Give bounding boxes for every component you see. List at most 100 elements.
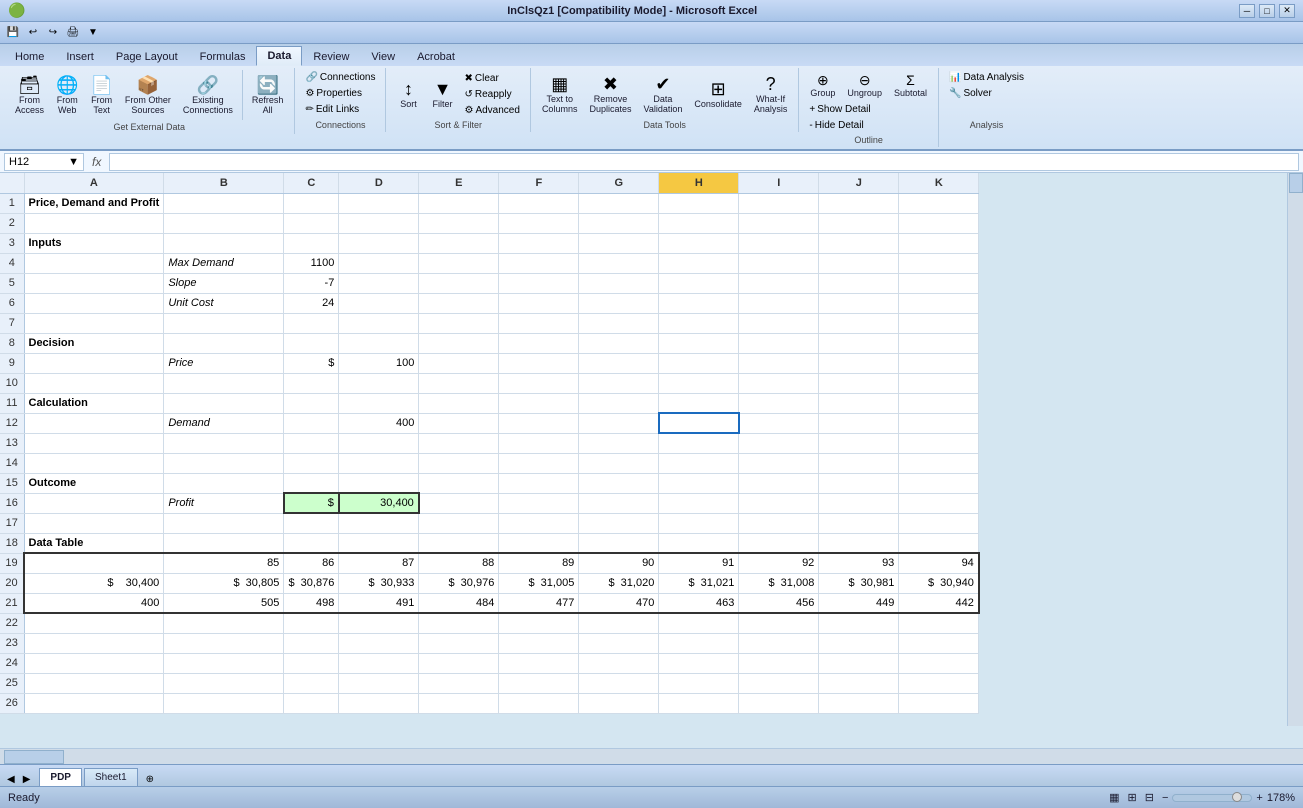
cell-J24[interactable] bbox=[819, 653, 899, 673]
cell-H13[interactable] bbox=[659, 433, 739, 453]
cell-B8[interactable] bbox=[164, 333, 284, 353]
formula-input[interactable] bbox=[109, 153, 1299, 171]
cell-G15[interactable] bbox=[579, 473, 659, 493]
cell-A22[interactable] bbox=[24, 613, 164, 633]
cell-E23[interactable] bbox=[419, 633, 499, 653]
cell-I26[interactable] bbox=[739, 693, 819, 713]
cell-F26[interactable] bbox=[499, 693, 579, 713]
cell-K2[interactable] bbox=[899, 213, 979, 233]
cell-F21[interactable]: 477 bbox=[499, 593, 579, 613]
cell-K18[interactable] bbox=[899, 533, 979, 553]
tab-data[interactable]: Data bbox=[256, 46, 302, 66]
cell-I16[interactable] bbox=[739, 493, 819, 513]
cell-I19[interactable]: 92 bbox=[739, 553, 819, 573]
cell-F24[interactable] bbox=[499, 653, 579, 673]
cell-H15[interactable] bbox=[659, 473, 739, 493]
cell-F16[interactable] bbox=[499, 493, 579, 513]
cell-F18[interactable] bbox=[499, 533, 579, 553]
cell-G25[interactable] bbox=[579, 673, 659, 693]
cell-K6[interactable] bbox=[899, 293, 979, 313]
cell-A13[interactable] bbox=[24, 433, 164, 453]
cell-H5[interactable] bbox=[659, 273, 739, 293]
cell-B10[interactable] bbox=[164, 373, 284, 393]
cell-H14[interactable] bbox=[659, 453, 739, 473]
cell-A23[interactable] bbox=[24, 633, 164, 653]
cell-J17[interactable] bbox=[819, 513, 899, 533]
cell-H24[interactable] bbox=[659, 653, 739, 673]
cell-K21[interactable]: 442 bbox=[899, 593, 979, 613]
cell-C12[interactable] bbox=[284, 413, 339, 433]
cell-B13[interactable] bbox=[164, 433, 284, 453]
cell-F22[interactable] bbox=[499, 613, 579, 633]
cell-C19[interactable]: 86 bbox=[284, 553, 339, 573]
cell-C3[interactable] bbox=[284, 233, 339, 253]
cell-K3[interactable] bbox=[899, 233, 979, 253]
cell-J14[interactable] bbox=[819, 453, 899, 473]
cell-F23[interactable] bbox=[499, 633, 579, 653]
data-analysis-button[interactable]: 📊 Data Analysis bbox=[945, 70, 1028, 85]
qa-print[interactable]: 🖨 bbox=[64, 24, 82, 42]
cell-B26[interactable] bbox=[164, 693, 284, 713]
cell-E19[interactable]: 88 bbox=[419, 553, 499, 573]
cell-G4[interactable] bbox=[579, 253, 659, 273]
cell-E25[interactable] bbox=[419, 673, 499, 693]
cell-E15[interactable] bbox=[419, 473, 499, 493]
cell-F12[interactable] bbox=[499, 413, 579, 433]
close-button[interactable]: ✕ bbox=[1279, 4, 1295, 18]
cell-J23[interactable] bbox=[819, 633, 899, 653]
col-header-B[interactable]: B bbox=[164, 173, 284, 193]
tab-formulas[interactable]: Formulas bbox=[189, 46, 257, 66]
cell-H25[interactable] bbox=[659, 673, 739, 693]
cell-A24[interactable] bbox=[24, 653, 164, 673]
cell-E22[interactable] bbox=[419, 613, 499, 633]
qa-save[interactable]: 💾 bbox=[4, 24, 22, 42]
cell-F14[interactable] bbox=[499, 453, 579, 473]
cell-D6[interactable] bbox=[339, 293, 419, 313]
cell-A21[interactable]: 400 bbox=[24, 593, 164, 613]
cell-E17[interactable] bbox=[419, 513, 499, 533]
cell-F6[interactable] bbox=[499, 293, 579, 313]
cell-I12[interactable] bbox=[739, 413, 819, 433]
cell-A25[interactable] bbox=[24, 673, 164, 693]
col-header-E[interactable]: E bbox=[419, 173, 499, 193]
cell-I17[interactable] bbox=[739, 513, 819, 533]
cell-D17[interactable] bbox=[339, 513, 419, 533]
cell-I23[interactable] bbox=[739, 633, 819, 653]
cell-C23[interactable] bbox=[284, 633, 339, 653]
cell-A1[interactable]: Price, Demand and Profit bbox=[24, 193, 164, 213]
cell-J13[interactable] bbox=[819, 433, 899, 453]
cell-H7[interactable] bbox=[659, 313, 739, 333]
hide-detail-button[interactable]: - Hide Detail bbox=[805, 118, 867, 133]
tab-review[interactable]: Review bbox=[302, 46, 360, 66]
from-web-button[interactable]: 🌐 FromWeb bbox=[51, 73, 83, 118]
cell-F5[interactable] bbox=[499, 273, 579, 293]
cell-A3[interactable]: Inputs bbox=[24, 233, 164, 253]
cell-A14[interactable] bbox=[24, 453, 164, 473]
cell-A6[interactable] bbox=[24, 293, 164, 313]
cell-F7[interactable] bbox=[499, 313, 579, 333]
cell-B16[interactable]: Profit bbox=[164, 493, 284, 513]
cell-G21[interactable]: 470 bbox=[579, 593, 659, 613]
cell-E13[interactable] bbox=[419, 433, 499, 453]
cell-K4[interactable] bbox=[899, 253, 979, 273]
cell-E24[interactable] bbox=[419, 653, 499, 673]
cell-G17[interactable] bbox=[579, 513, 659, 533]
cell-G18[interactable] bbox=[579, 533, 659, 553]
cell-B21[interactable]: 505 bbox=[164, 593, 284, 613]
cell-F9[interactable] bbox=[499, 353, 579, 373]
cell-F13[interactable] bbox=[499, 433, 579, 453]
cell-C1[interactable] bbox=[284, 193, 339, 213]
cell-B9[interactable]: Price bbox=[164, 353, 284, 373]
cell-C11[interactable] bbox=[284, 393, 339, 413]
cell-H21[interactable]: 463 bbox=[659, 593, 739, 613]
consolidate-button[interactable]: ⊞ Consolidate bbox=[689, 77, 747, 112]
cell-H9[interactable] bbox=[659, 353, 739, 373]
cell-B15[interactable] bbox=[164, 473, 284, 493]
cell-D10[interactable] bbox=[339, 373, 419, 393]
col-header-D[interactable]: D bbox=[339, 173, 419, 193]
cell-G6[interactable] bbox=[579, 293, 659, 313]
cell-H23[interactable] bbox=[659, 633, 739, 653]
data-validation-button[interactable]: ✔ DataValidation bbox=[638, 72, 687, 117]
cell-B2[interactable] bbox=[164, 213, 284, 233]
cell-D20[interactable]: $ 30,933 bbox=[339, 573, 419, 593]
